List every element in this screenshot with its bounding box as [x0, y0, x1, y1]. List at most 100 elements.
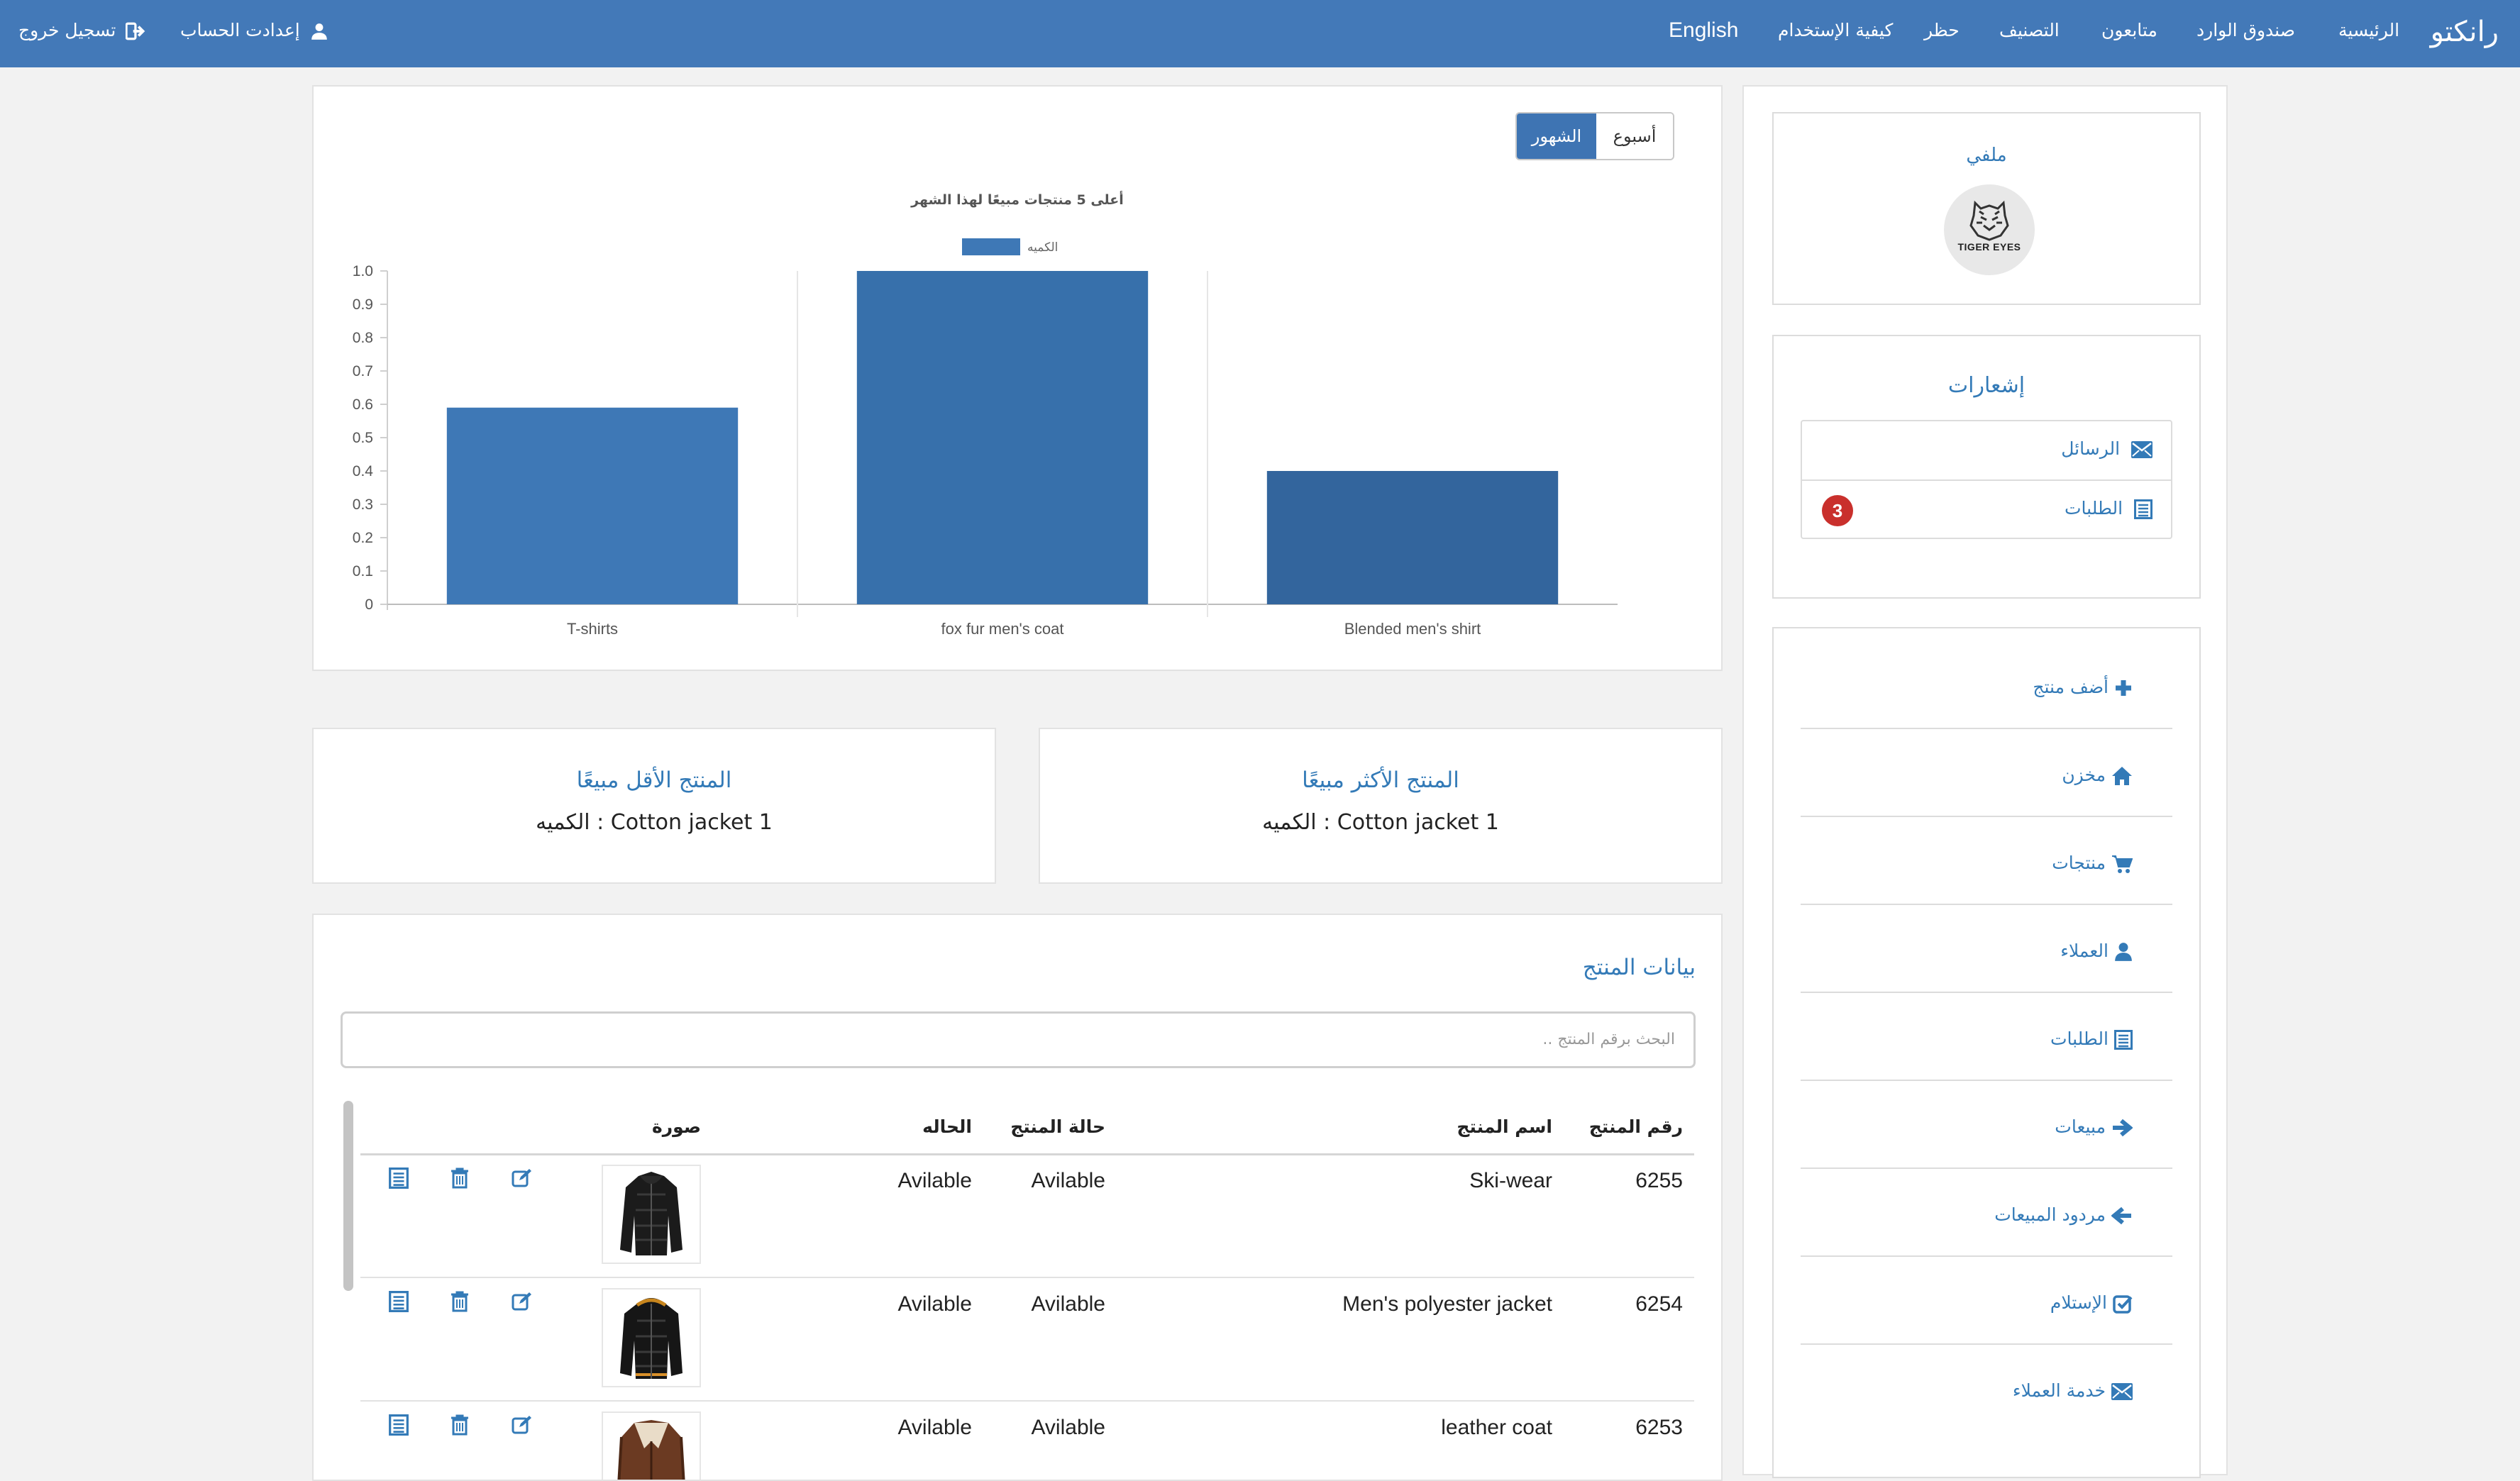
- envelope-icon: [2111, 1383, 2133, 1400]
- menu-customers-label: العملاء: [2060, 941, 2133, 962]
- orders-count-badge: 3: [1822, 495, 1853, 526]
- best-seller-title: المنتج الأكثر مبيعًا: [1302, 767, 1459, 793]
- y-tick-label: 0.2: [353, 530, 373, 546]
- menu-add-product-label: أضف منتج: [2033, 677, 2133, 697]
- sign-out-icon: [125, 22, 145, 40]
- product-thumbnail[interactable]: [602, 1411, 701, 1480]
- details-icon[interactable]: [389, 1291, 409, 1312]
- shopping-cart-icon: [2112, 855, 2133, 873]
- row-status: Avilable: [897, 1292, 972, 1316]
- x-tick-label: Blended men's shirt: [1344, 620, 1481, 638]
- y-tick-label: 0.4: [353, 463, 374, 479]
- menu-products-label: منتجات: [2052, 853, 2133, 874]
- details-icon[interactable]: [389, 1414, 409, 1436]
- nav-ranking[interactable]: التصنيف: [1999, 0, 2060, 67]
- menu-products[interactable]: منتجات: [1801, 817, 2172, 905]
- logout-link[interactable]: تسجيل خروج: [18, 0, 147, 67]
- menu-sales-returns[interactable]: مردود المبيعات: [1801, 1169, 2172, 1257]
- menu-add-product[interactable]: أضف منتج: [1801, 641, 2172, 729]
- account-settings-link[interactable]: إعدادت الحساب: [180, 0, 328, 67]
- notification-orders[interactable]: الطلبات 3: [1802, 479, 2171, 539]
- table-row: 6254 Men's polyester jacket Avilable Avi…: [360, 1278, 1694, 1402]
- details-icon[interactable]: [389, 1167, 409, 1189]
- chart-panel: الشهور أسبوع أعلى 5 منتجات مبيعًا لهذا ا…: [312, 85, 1723, 671]
- menu-customers[interactable]: العملاء: [1801, 905, 2172, 993]
- column-product-status[interactable]: حالة المنتج: [1010, 1116, 1105, 1137]
- user-icon: [2115, 943, 2132, 961]
- row-product-status: Avilable: [1031, 1169, 1105, 1192]
- nav-inbox[interactable]: صندوق الوارد: [2196, 0, 2295, 67]
- menu-sales[interactable]: مبيعات: [1801, 1081, 2172, 1169]
- product-thumbnail[interactable]: [602, 1165, 701, 1264]
- list-alt-icon: [2114, 1030, 2133, 1050]
- row-product-id: 6254: [1635, 1292, 1683, 1316]
- check-square-icon: [2113, 1295, 2133, 1314]
- trash-icon[interactable]: [450, 1167, 470, 1189]
- nav-home[interactable]: الرئيسية: [2338, 0, 2399, 67]
- column-product-name[interactable]: اسم المنتج: [1457, 1116, 1552, 1137]
- menu-customer-service[interactable]: خدمة العملاء: [1801, 1345, 2172, 1433]
- legend-label: الكميه: [1027, 240, 1058, 255]
- brand-logo[interactable]: رانكتو: [2431, 0, 2499, 67]
- arrow-right-icon: [2113, 1119, 2133, 1137]
- bar-1[interactable]: [446, 407, 739, 604]
- y-tick-label: 0.6: [353, 396, 373, 413]
- trash-icon[interactable]: [450, 1414, 470, 1436]
- avatar-logo-text: TIGER EYES: [1957, 241, 2021, 253]
- best-seller-value: الكميه : Cotton jacket 1: [1262, 810, 1499, 835]
- least-seller-value: الكميه : Cotton jacket 1: [536, 810, 773, 835]
- row-product-name: Men's polyester jacket: [1342, 1292, 1552, 1316]
- y-tick-label: 0.7: [353, 363, 373, 379]
- product-search-input[interactable]: البحث برقم المنتج ..: [341, 1011, 1696, 1068]
- edit-icon[interactable]: [511, 1291, 532, 1312]
- menu-warehouse[interactable]: مخزن: [1801, 729, 2172, 817]
- bar-3[interactable]: [1266, 471, 1559, 604]
- best-seller-card: المنتج الأكثر مبيعًا الكميه : Cotton jac…: [1039, 728, 1723, 884]
- top-products-chart: أعلى 5 منتجات مبيعًا لهذا الشهر الكميه 0…: [353, 191, 1618, 638]
- trash-icon[interactable]: [450, 1291, 470, 1312]
- avatar[interactable]: TIGER EYES: [1944, 184, 2035, 275]
- menu-sales-returns-label: مردود المبيعات: [1994, 1204, 2133, 1225]
- menu-sales-label: مبيعات: [2055, 1116, 2133, 1137]
- nav-how-to-use[interactable]: كيفية الإستخدام: [1778, 0, 1893, 67]
- menu-warehouse-label: مخزن: [2062, 765, 2133, 786]
- y-tick-label: 0: [365, 597, 373, 613]
- y-tick-label: 0.3: [353, 497, 373, 513]
- least-seller-title: المنتج الأقل مبيعًا: [576, 767, 732, 793]
- edit-icon[interactable]: [511, 1167, 532, 1189]
- menu-receiving-label: الإستلام: [2050, 1292, 2133, 1314]
- list-alt-icon: [2134, 499, 2152, 519]
- notifications-list: الرسائل الطلبات 3: [1801, 420, 2172, 539]
- row-product-name: Ski-wear: [1469, 1169, 1552, 1192]
- y-tick-label: 1.0: [353, 263, 373, 279]
- column-status[interactable]: الحاله: [922, 1116, 972, 1137]
- menu-orders[interactable]: الطلبات: [1801, 993, 2172, 1081]
- home-icon: [2112, 767, 2132, 785]
- menu-orders-label: الطلبات: [2050, 1028, 2133, 1050]
- menu-receiving[interactable]: الإستلام: [1801, 1257, 2172, 1345]
- row-status: Avilable: [897, 1169, 972, 1192]
- table-scrollbar[interactable]: [343, 1101, 353, 1291]
- account-settings-label: إعدادت الحساب: [180, 20, 300, 40]
- nav-block[interactable]: حظر: [1924, 0, 1960, 67]
- row-product-id: 6253: [1635, 1416, 1683, 1439]
- nav-followers[interactable]: متابعون: [2101, 0, 2157, 67]
- bar-2[interactable]: [856, 271, 1149, 604]
- row-status: Avilable: [897, 1416, 972, 1439]
- nav-language-english[interactable]: English: [1669, 0, 1738, 67]
- product-data-title: بيانات المنتج: [1582, 955, 1696, 980]
- x-tick-label: T-shirts: [567, 620, 618, 638]
- y-tick-label: 0.1: [353, 563, 373, 579]
- y-tick-label: 0.9: [353, 296, 373, 313]
- notification-messages[interactable]: الرسائل: [1802, 421, 2171, 479]
- sidebar-panel: ملفي TIGER EYES إشعارات الرسائل الطلبات: [1742, 85, 2228, 1478]
- jacket-image: [620, 1172, 682, 1255]
- row-product-status: Avilable: [1031, 1416, 1105, 1439]
- edit-icon[interactable]: [511, 1414, 532, 1436]
- column-image[interactable]: صورة: [652, 1116, 701, 1137]
- column-product-id[interactable]: رقم المنتج: [1589, 1116, 1683, 1137]
- notifications-card: إشعارات الرسائل الطلبات 3: [1772, 335, 2201, 599]
- product-thumbnail[interactable]: [602, 1288, 701, 1387]
- chart-title: أعلى 5 منتجات مبيعًا لهذا الشهر: [910, 191, 1124, 208]
- y-tick-label: 0.8: [353, 330, 373, 346]
